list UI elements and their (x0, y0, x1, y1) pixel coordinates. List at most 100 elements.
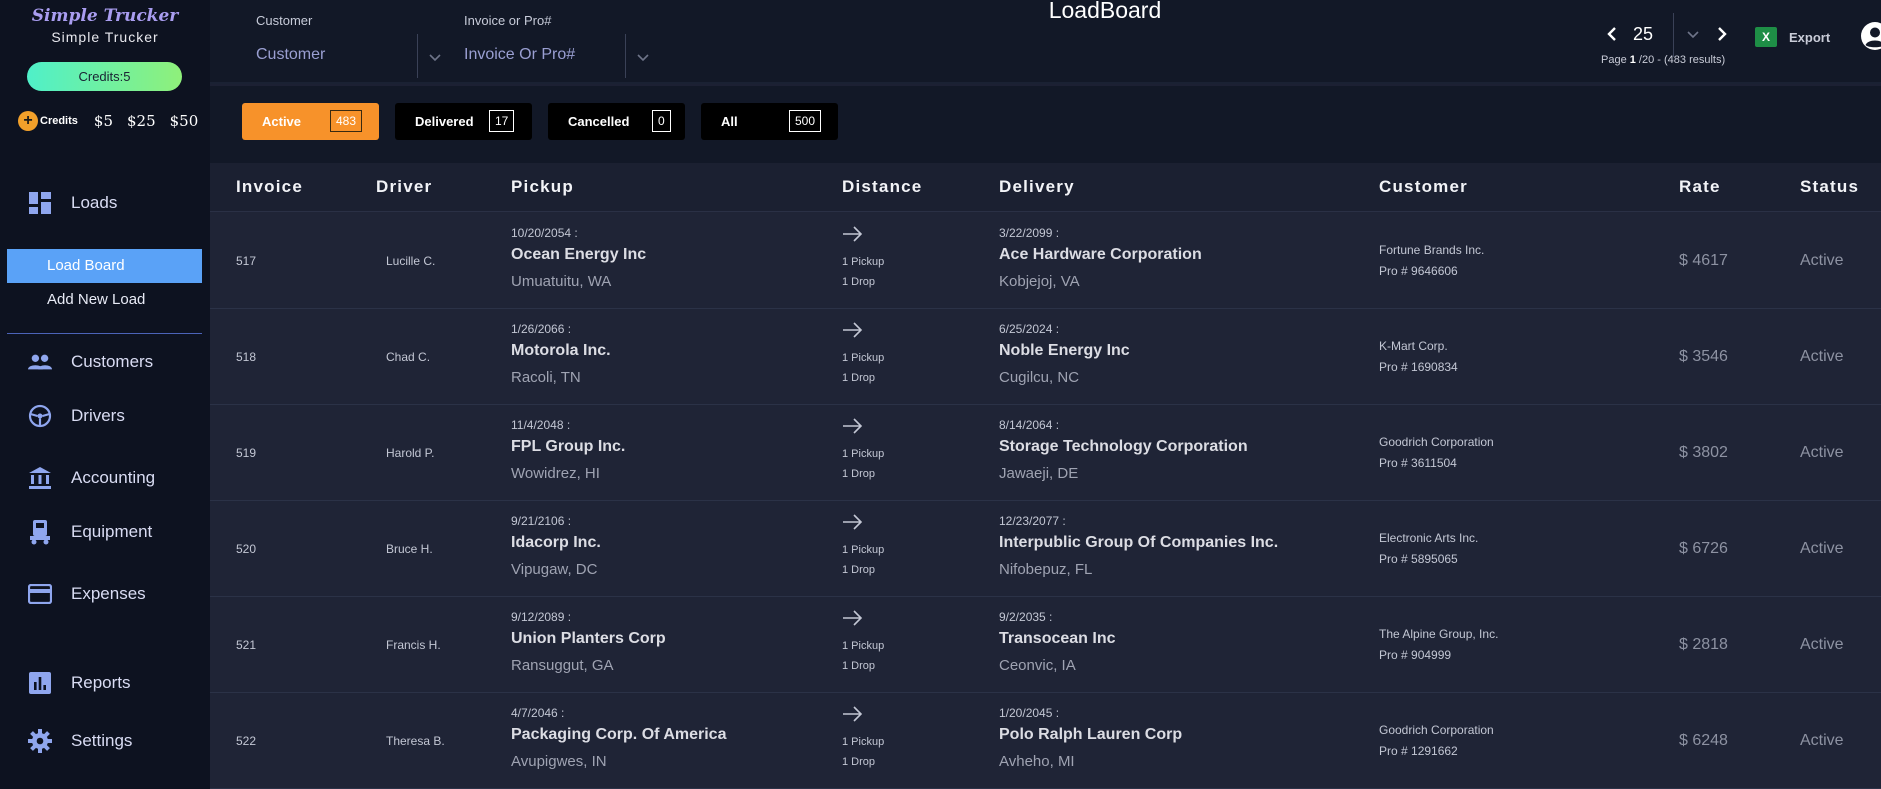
customer-name: Goodrich Corporation (1379, 435, 1494, 449)
delivery-company: Storage Technology Corporation (999, 438, 1248, 455)
pickup-date: 10/20/2054 : (511, 226, 578, 240)
pro-number: Pro # 904999 (1379, 648, 1452, 662)
page-size-select[interactable]: 25 (1633, 24, 1653, 45)
status-value: Active (1800, 636, 1844, 653)
next-page-icon[interactable] (1715, 26, 1729, 42)
status-tab-bar: Active 483 Delivered 17 Cancelled 0 All … (210, 86, 1881, 163)
tab-cancelled[interactable]: Cancelled 0 (548, 103, 685, 140)
column-header-status[interactable]: Status (1800, 177, 1859, 197)
pickup-date: 11/4/2048 : (511, 418, 571, 432)
rate-value: $ 3802 (1679, 444, 1728, 461)
drop-count: 1 Drop (842, 660, 876, 672)
customer-filter-input[interactable]: Customer (256, 46, 325, 64)
sidebar-item-customers[interactable]: Customers (0, 344, 202, 380)
tab-count-badge: 500 (789, 110, 822, 132)
pickup-city: Vipugaw, DC (511, 561, 598, 578)
add-credits-icon[interactable]: + (18, 111, 38, 131)
table-row[interactable]: 520 Bruce H. 9/21/2106 : Idacorp Inc. Vipuga… (210, 501, 1881, 597)
delivery-city: Nifobepuz, FL (999, 561, 1093, 578)
sidebar-item-loads[interactable]: Loads (0, 185, 202, 221)
account-avatar-icon[interactable] (1861, 22, 1881, 50)
arrow-right-icon (843, 418, 863, 434)
sidebar-item-load-board[interactable]: Load Board (7, 249, 202, 283)
pickup-date: 9/21/2106 : (511, 514, 572, 528)
driver-name: Theresa B. (386, 734, 445, 748)
delivery-company: Polo Ralph Lauren Corp (999, 726, 1183, 743)
people-icon (28, 350, 52, 374)
sidebar-item-label: Expenses (71, 584, 146, 603)
column-header-delivery[interactable]: Delivery (999, 177, 1075, 197)
table-row[interactable]: 522 Theresa B. 4/7/2046 : Packaging Corp. O… (210, 693, 1881, 789)
column-header-driver[interactable]: Driver (376, 177, 432, 197)
invoice-dropdown-chevron-icon[interactable] (637, 52, 649, 64)
sidebar-item-settings[interactable]: Settings (0, 723, 202, 759)
rate-value: $ 3546 (1679, 348, 1728, 365)
invoice-filter-input[interactable]: Invoice Or Pro# (464, 46, 575, 64)
buy-credits-5[interactable]: $5 (94, 112, 113, 130)
top-bar: Customer Customer Invoice or Pro# Invoic… (210, 0, 1881, 84)
column-header-invoice[interactable]: Invoice (236, 177, 303, 197)
sidebar-item-reports[interactable]: Reports (0, 665, 202, 701)
credits-balance[interactable]: Credits:5 (27, 62, 182, 91)
pickup-date: 9/12/2089 : (511, 610, 572, 624)
page-size-chevron-icon[interactable] (1687, 29, 1699, 41)
dashboard-icon (28, 191, 52, 215)
export-button[interactable]: X Export (1755, 27, 1830, 47)
customer-dropdown-chevron-icon[interactable] (429, 52, 441, 64)
buy-credits-25[interactable]: $25 (127, 112, 156, 130)
bank-icon (28, 466, 52, 490)
rate-value: $ 6726 (1679, 540, 1728, 557)
invoice-number: 519 (236, 446, 257, 460)
status-value: Active (1800, 444, 1844, 461)
sidebar-item-accounting[interactable]: Accounting (0, 460, 202, 496)
customer-name: Electronic Arts Inc. (1379, 531, 1479, 545)
sidebar-item-equipment[interactable]: Equipment (0, 514, 202, 550)
tab-all[interactable]: All 500 (701, 103, 838, 140)
sidebar-item-add-new-load[interactable]: Add New Load (7, 283, 202, 317)
column-header-rate[interactable]: Rate (1679, 177, 1721, 197)
page-title: LoadBoard (1048, 0, 1162, 23)
tab-delivered[interactable]: Delivered 17 (395, 103, 532, 140)
prev-page-icon[interactable] (1605, 26, 1619, 42)
delivery-city: Ceonvic, IA (999, 657, 1076, 674)
pro-number: Pro # 1690834 (1379, 360, 1458, 374)
sidebar-item-drivers[interactable]: Drivers (0, 398, 202, 434)
pager-suffix: /20 - (483 results) (1635, 54, 1726, 66)
column-header-customer[interactable]: Customer (1379, 177, 1468, 197)
driver-name: Francis H. (386, 638, 441, 652)
invoice-number: 517 (236, 254, 257, 268)
sidebar-item-expenses[interactable]: Expenses (0, 576, 202, 612)
buy-credits-50[interactable]: $50 (170, 112, 199, 130)
sidebar-item-label: Reports (71, 673, 131, 692)
rate-value: $ 4617 (1679, 252, 1728, 269)
tab-label: All (721, 114, 738, 129)
drop-count: 1 Drop (842, 276, 876, 288)
sidebar-item-label: Equipment (71, 522, 153, 541)
table-row[interactable]: 519 Harold P. 11/4/2048 : FPL Group Inc. Wow… (210, 405, 1881, 501)
column-header-distance[interactable]: Distance (842, 177, 922, 197)
tab-active[interactable]: Active 483 (242, 103, 379, 140)
table-row[interactable]: 518 Chad C. 1/26/2066 : Motorola Inc. Racoli… (210, 309, 1881, 405)
invoice-number: 522 (236, 734, 257, 748)
pickup-date: 4/7/2046 : (511, 706, 565, 720)
tab-count-badge: 17 (489, 110, 515, 132)
delivery-company: Interpublic Group Of Companies Inc. (999, 534, 1279, 551)
delivery-date: 6/25/2024 : (999, 322, 1060, 336)
pickup-date: 1/26/2066 : (511, 322, 572, 336)
customer-filter-label: Customer (256, 13, 313, 28)
arrow-right-icon (843, 706, 863, 722)
pro-number: Pro # 3611504 (1379, 456, 1457, 470)
brand-logo: Simple Trucker (31, 6, 179, 26)
column-header-pickup[interactable]: Pickup (511, 177, 574, 197)
buy-credits-label: Credits (40, 115, 78, 127)
arrow-right-icon (843, 322, 863, 338)
sidebar-item-label: Loads (71, 193, 118, 212)
brand-name: Simple Trucker (51, 29, 159, 45)
arrow-right-icon (843, 226, 863, 242)
credit-card-icon (28, 582, 52, 606)
pickup-city: Wowidrez, HI (511, 465, 600, 482)
table-row[interactable]: 521 Francis H. 9/12/2089 : Union Planters C… (210, 597, 1881, 693)
bar-chart-icon (28, 671, 52, 695)
pagination-info: Page 1 /20 - (483 results) (1601, 54, 1725, 66)
table-row[interactable]: 517 Lucille C. 10/20/2054 : Ocean Energy In… (210, 213, 1881, 309)
